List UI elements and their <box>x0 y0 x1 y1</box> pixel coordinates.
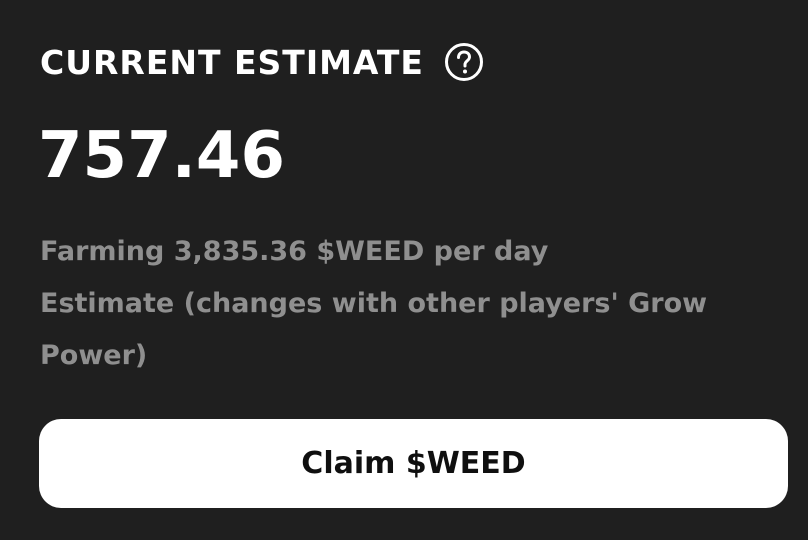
estimate-note-line-2: Power) <box>40 340 148 371</box>
question-circle-icon[interactable] <box>444 42 484 82</box>
claim-weed-button[interactable]: Claim $WEED <box>39 419 788 508</box>
estimate-note-line-1: Estimate (changes with other players' Gr… <box>40 288 708 319</box>
estimate-amount: 757.46 <box>38 119 285 193</box>
estimate-card: CURRENT ESTIMATE 757.46 Farming 3,835.36… <box>0 0 808 540</box>
estimate-info: Farming 3,835.36 $WEED per day Estimate … <box>40 226 800 382</box>
estimate-header: CURRENT ESTIMATE <box>40 40 484 84</box>
estimate-title: CURRENT ESTIMATE <box>40 42 424 82</box>
farming-rate-text: Farming 3,835.36 $WEED per day <box>40 236 549 267</box>
